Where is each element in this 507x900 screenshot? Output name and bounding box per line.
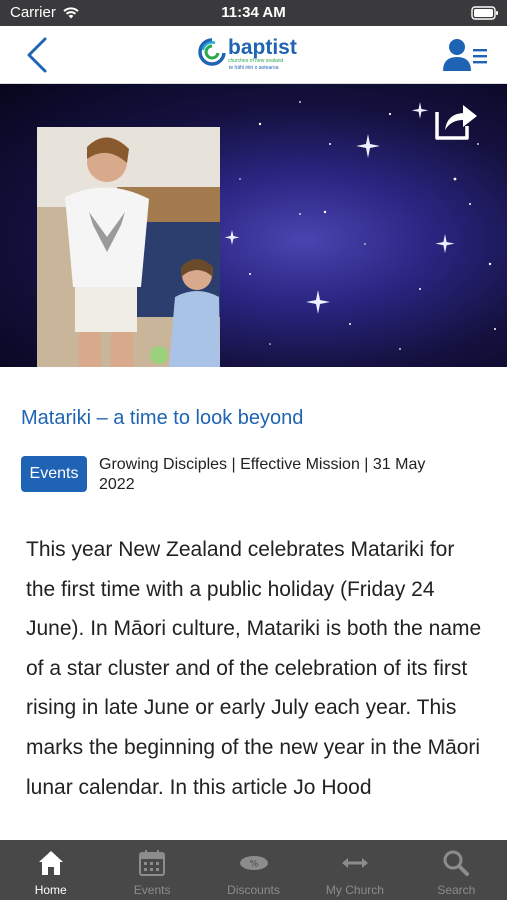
tab-my-church-label: My Church xyxy=(325,883,384,897)
home-icon xyxy=(36,848,66,878)
logo-swirl-icon xyxy=(198,38,226,66)
baptist-logo: baptist churches of new zealand te hāhi … xyxy=(198,36,308,76)
status-bar: Carrier 11:34 AM xyxy=(0,0,507,26)
tab-discounts[interactable]: % Discounts xyxy=(203,840,304,900)
nav-bar: baptist churches of new zealand te hāhi … xyxy=(0,26,507,84)
tab-search-label: Search xyxy=(437,883,476,897)
discount-icon: % xyxy=(239,848,269,878)
logo-tagline: te hāhi iriiri o aotearoa xyxy=(229,65,279,71)
tab-events[interactable]: Events xyxy=(101,840,202,900)
search-icon xyxy=(441,848,471,878)
battery-icon xyxy=(471,6,499,24)
article-title: Matariki – a time to look beyond xyxy=(21,407,304,429)
chevron-left-icon xyxy=(27,37,47,73)
back-button[interactable] xyxy=(20,36,54,74)
share-button[interactable] xyxy=(433,100,479,142)
tab-discounts-label: Discounts xyxy=(227,883,280,897)
logo-wordmark: baptist xyxy=(228,36,297,59)
arrows-icon xyxy=(340,848,370,878)
tab-events-label: Events xyxy=(133,883,171,897)
tab-home[interactable]: Home xyxy=(0,840,101,900)
calendar-icon xyxy=(137,848,167,878)
clock: 11:34 AM xyxy=(221,4,286,21)
tab-my-church[interactable]: My Church xyxy=(304,840,405,900)
profile-menu-icon xyxy=(443,39,487,71)
tab-search[interactable]: Search xyxy=(406,840,507,900)
svg-text:%: % xyxy=(249,860,258,870)
logo-subtext: churches of new zealand xyxy=(228,58,284,64)
share-icon xyxy=(435,105,477,140)
tab-bar: Home Events % Discounts My Church Search xyxy=(0,840,507,900)
category-badge[interactable]: Events xyxy=(21,456,87,492)
profile-menu-button[interactable] xyxy=(443,37,489,73)
hero-image xyxy=(0,84,507,367)
tab-home-label: Home xyxy=(34,883,67,897)
article-body: This year New Zealand celebrates Matarik… xyxy=(26,538,482,799)
hero-photo xyxy=(37,127,220,367)
article-meta: Growing Disciples | Effective Mission | … xyxy=(99,456,426,493)
